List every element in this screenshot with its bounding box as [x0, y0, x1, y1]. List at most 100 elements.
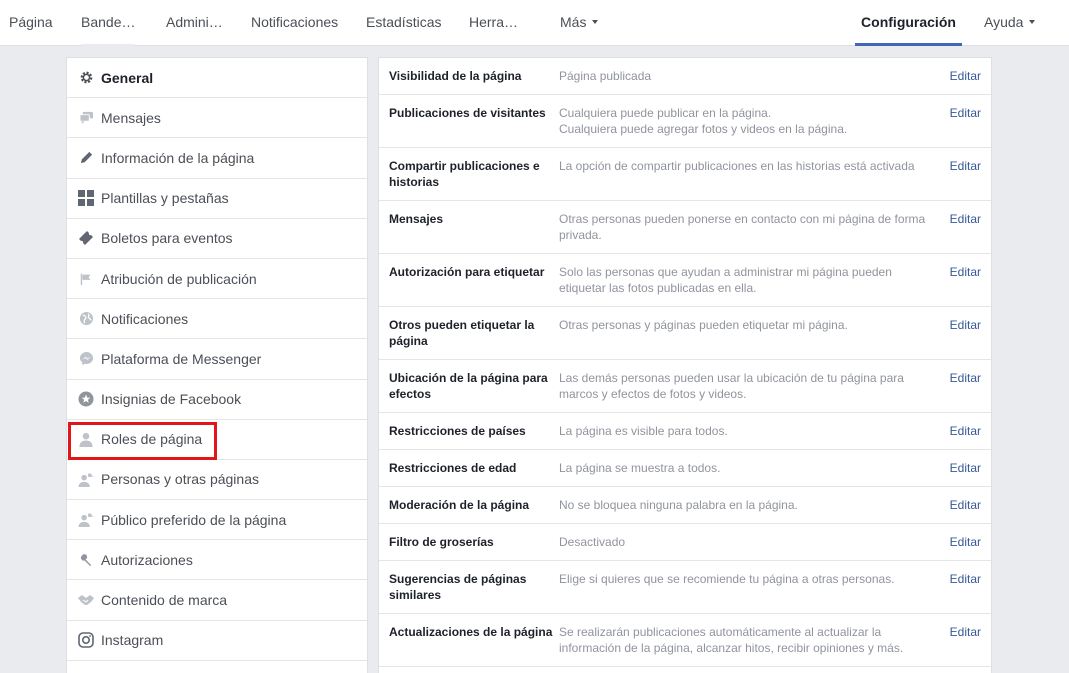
sidebar-item-facebook-badges[interactable]: Insignias de Facebook — [67, 380, 367, 420]
sidebar-item-label: Insignias de Facebook — [101, 391, 242, 408]
nav-tab-admin[interactable]: Admini… — [166, 0, 223, 46]
sidebar-item-general[interactable]: General — [67, 58, 367, 99]
grid-icon — [78, 190, 94, 207]
setting-value: Las demás personas pueden usar la ubicac… — [559, 371, 904, 401]
setting-row-page-location-effects: Ubicación de la página para efectos Las … — [379, 360, 991, 413]
people-icon — [78, 512, 94, 528]
sidebar-item-post-attribution[interactable]: Atribución de publicación — [67, 259, 367, 300]
sidebar-item-people-other-pages[interactable]: Personas y otras páginas — [67, 460, 367, 501]
edit-link[interactable]: Editar — [950, 317, 981, 333]
setting-label: Autorización para etiquetar — [389, 265, 545, 279]
setting-value: Página publicada — [559, 69, 652, 83]
setting-row-country-restrictions: Restricciones de países La página es vis… — [379, 413, 991, 450]
setting-row-visitor-posts: Publicaciones de visitantes Cualquiera p… — [379, 95, 991, 148]
sidebar-item-branded-content[interactable]: Contenido de marca — [67, 580, 367, 621]
sidebar-item-templates-tabs[interactable]: Plantillas y pestañas — [67, 179, 367, 219]
setting-row-profanity-filter: Filtro de groserías Desactivado Editar — [379, 524, 991, 561]
setting-value: Elige si quieres que se recomiende tu pá… — [559, 572, 895, 586]
edit-link[interactable]: Editar — [950, 571, 981, 587]
nav-tab-insights[interactable]: Estadísticas — [366, 0, 441, 46]
sidebar-item-label: Autorizaciones — [101, 551, 193, 568]
setting-label: Restricciones de edad — [389, 461, 517, 475]
edit-link[interactable]: Editar — [950, 497, 981, 513]
setting-row-age-restrictions: Restricciones de edad La página se muest… — [379, 450, 991, 487]
edit-link[interactable]: Editar — [950, 158, 981, 174]
general-settings-panel: Visibilidad de la página Página publicad… — [378, 57, 992, 673]
nav-help-label: Ayuda — [984, 14, 1024, 30]
setting-row-tagging-ability: Autorización para etiquetar Solo las per… — [379, 254, 991, 307]
setting-row-page-updates: Actualizaciones de la página Se realizar… — [379, 614, 991, 667]
messenger-icon — [78, 351, 94, 367]
setting-value: Otras personas pueden ponerse en contact… — [559, 212, 926, 242]
sidebar-item-notifications[interactable]: Notificaciones — [67, 299, 367, 340]
setting-row-share-stories: Compartir publicaciones e historias La o… — [379, 148, 991, 201]
nav-tab-more[interactable]: Más — [560, 0, 599, 46]
setting-label: Restricciones de países — [389, 424, 526, 438]
sidebar-item-messages[interactable]: Mensajes — [67, 98, 367, 139]
sidebar-item-instagram[interactable]: Instagram — [67, 621, 367, 661]
sidebar-item-messenger-platform[interactable]: Plataforma de Messenger — [67, 339, 367, 380]
edit-link[interactable]: Editar — [950, 460, 981, 476]
sidebar-item-page-info[interactable]: Información de la página — [67, 138, 367, 179]
setting-value: Se realizarán publicaciones automáticame… — [559, 625, 904, 655]
setting-label: Actualizaciones de la página — [389, 625, 553, 639]
setting-value: No se bloquea ninguna palabra en la pági… — [559, 498, 798, 512]
chevron-down-icon — [1029, 20, 1036, 25]
sidebar-item-label: Roles de página — [101, 431, 203, 448]
nav-tab-settings[interactable]: Configuración — [855, 0, 962, 46]
sidebar-item-label: Notificaciones — [101, 310, 189, 327]
gear-icon — [78, 70, 94, 86]
chat-bubble-icon — [78, 110, 94, 126]
sidebar-item-label: Boletos para eventos — [101, 230, 233, 247]
setting-value: Desactivado — [559, 535, 626, 549]
nav-help[interactable]: Ayuda — [984, 0, 1036, 46]
nav-tab-tools[interactable]: Herra… — [469, 0, 518, 46]
person-icon — [78, 431, 94, 447]
setting-label: Mensajes — [389, 212, 444, 226]
edit-link[interactable]: Editar — [950, 264, 981, 280]
setting-label: Ubicación de la página para efectos — [389, 371, 548, 401]
badge-star-icon — [78, 391, 94, 407]
sidebar-item-label: Público preferido de la página — [101, 511, 287, 528]
setting-row-similar-page-suggestions: Sugerencias de páginas similares Elige s… — [379, 561, 991, 614]
setting-row-page-moderation: Moderación de la página No se bloquea ni… — [379, 487, 991, 524]
sidebar-item-authorizations[interactable]: Autorizaciones — [67, 540, 367, 581]
setting-value: Otras personas y páginas pueden etiqueta… — [559, 318, 848, 332]
setting-row-messages: Mensajes Otras personas pueden ponerse e… — [379, 201, 991, 254]
ticket-icon — [78, 230, 94, 246]
page-top-nav: Página Bande… Admini… Notificaciones Est… — [0, 0, 1069, 46]
sidebar-item-label: Atribución de publicación — [101, 270, 257, 287]
edit-link[interactable]: Editar — [950, 370, 981, 386]
setting-value: La opción de compartir publicaciones en … — [559, 159, 915, 173]
sidebar-item-label: Plantillas y pestañas — [101, 190, 229, 207]
sidebar-item-preferred-audience[interactable]: Público preferido de la página — [67, 500, 367, 541]
edit-link[interactable]: Editar — [950, 624, 981, 640]
edit-link[interactable]: Editar — [950, 105, 981, 121]
setting-value: La página es visible para todos. — [559, 424, 728, 438]
chevron-down-icon — [592, 20, 599, 25]
wrench-icon — [78, 552, 94, 568]
globe-icon — [78, 311, 94, 327]
setting-value: Solo las personas que ayudan a administr… — [559, 265, 892, 295]
sidebar-item-label: Información de la página — [101, 149, 255, 166]
edit-link[interactable]: Editar — [950, 534, 981, 550]
setting-label: Sugerencias de páginas similares — [389, 572, 527, 602]
edit-link[interactable]: Editar — [950, 211, 981, 227]
nav-tab-notifications[interactable]: Notificaciones — [251, 0, 338, 46]
sidebar-item-label: Plataforma de Messenger — [101, 350, 262, 367]
setting-label: Filtro de groserías — [389, 535, 494, 549]
nav-tab-page[interactable]: Página — [9, 0, 53, 46]
edit-link[interactable]: Editar — [950, 68, 981, 84]
sidebar-item-label: Mensajes — [101, 109, 161, 126]
nav-more-label: Más — [560, 14, 587, 30]
sidebar-item-event-tickets[interactable]: Boletos para eventos — [67, 219, 367, 259]
setting-label: Visibilidad de la página — [389, 69, 522, 83]
handshake-icon — [78, 592, 94, 608]
nav-tab-inbox[interactable]: Bande… — [81, 0, 136, 46]
edit-link[interactable]: Editar — [950, 423, 981, 439]
setting-label: Moderación de la página — [389, 498, 530, 512]
setting-label: Compartir publicaciones e historias — [389, 159, 540, 189]
setting-row-others-tagging: Otros pueden etiquetar la página Otras p… — [379, 307, 991, 360]
sidebar-item-page-roles[interactable]: Roles de página — [67, 420, 367, 460]
settings-sidebar: General Mensajes Información de la págin… — [66, 57, 368, 673]
